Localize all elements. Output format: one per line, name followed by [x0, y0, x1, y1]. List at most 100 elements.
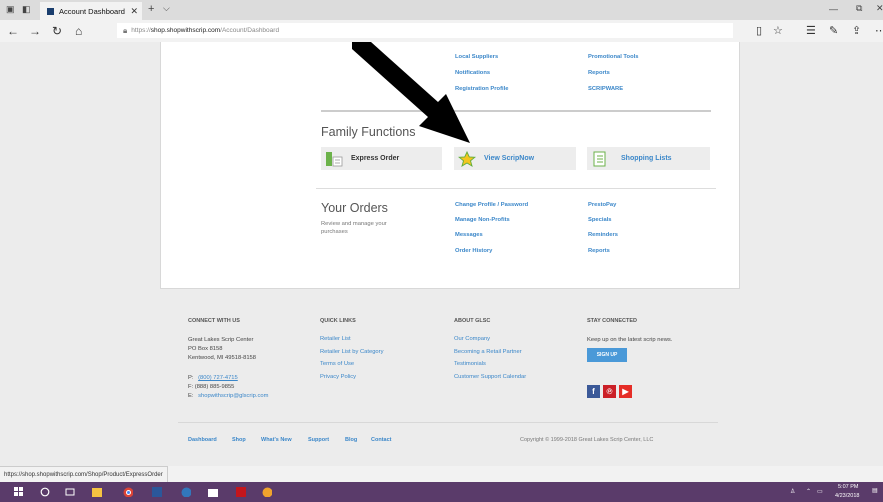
footer-link-retailer-list[interactable]: Retailer List: [320, 336, 351, 342]
tab-actions-icon[interactable]: ▣: [6, 4, 15, 15]
facebook-icon[interactable]: f: [587, 385, 600, 398]
email-link[interactable]: shopwithscrip@glscrip.com: [198, 393, 268, 399]
more-icon[interactable]: ⋯: [875, 24, 883, 37]
footer-nav-whats-new[interactable]: What's New: [261, 437, 292, 443]
url-path: /Account/Dashboard: [220, 27, 280, 34]
chrome-icon[interactable]: [123, 487, 133, 497]
shopping-lists-label: Shopping Lists: [621, 155, 672, 162]
close-window-icon[interactable]: ✕: [876, 3, 883, 14]
footer-nav-blog[interactable]: Blog: [345, 437, 357, 443]
new-tab-icon[interactable]: +: [148, 3, 154, 15]
cortana-search-icon[interactable]: [40, 487, 50, 497]
footer-address-line1: PO Box 8158: [188, 346, 223, 352]
task-view-icon[interactable]: [65, 487, 75, 497]
link-messages[interactable]: Messages: [455, 232, 483, 238]
word-icon[interactable]: [152, 487, 162, 497]
section-divider: [316, 188, 716, 189]
footer-link-privacy[interactable]: Privacy Policy: [320, 374, 356, 380]
link-reports-top[interactable]: Reports: [588, 70, 610, 76]
view-scripnow-label: View ScripNow: [484, 155, 535, 162]
action-center-icon[interactable]: ▤: [872, 487, 878, 494]
shopping-list-icon: [593, 151, 606, 166]
footer-stay-connected-heading: STAY CONNECTED: [587, 318, 638, 324]
footer-link-retailer-by-category[interactable]: Retailer List by Category: [320, 349, 383, 355]
maximize-icon[interactable]: ⧉: [856, 3, 862, 14]
reading-view-icon[interactable]: ▯: [756, 24, 762, 37]
express-order-label: Express Order: [351, 155, 400, 162]
acrobat-icon[interactable]: [236, 487, 246, 497]
url-host: shop.shopwithscrip.com: [150, 27, 221, 34]
footer-divider: [178, 422, 718, 423]
store-icon[interactable]: [208, 487, 218, 497]
footer-link-support-calendar[interactable]: Customer Support Calendar: [454, 374, 526, 380]
footer-nav-support[interactable]: Support: [308, 437, 329, 443]
footer-org-name: Great Lakes Scrip Center: [188, 337, 254, 343]
link-order-history[interactable]: Order History: [455, 248, 492, 254]
tab-account-dashboard[interactable]: Account Dashboard ✕: [40, 2, 142, 20]
pinterest-icon[interactable]: ℗: [603, 385, 616, 398]
annotation-arrow-icon: [352, 42, 470, 143]
tray-chevron-icon[interactable]: ⌃: [806, 488, 811, 495]
back-icon[interactable]: ←: [7, 24, 19, 38]
tab-bar: ▣ ◧ Account Dashboard ✕ + ⌵ — ⧉ ✕: [0, 0, 883, 20]
footer-address-line2: Kentwood, MI 49518-8158: [188, 355, 257, 361]
link-prestopay[interactable]: PrestoPay: [588, 202, 616, 208]
footer-link-terms[interactable]: Terms of Use: [320, 361, 354, 367]
clock-date[interactable]: 4/23/2018: [835, 493, 859, 499]
forward-icon[interactable]: →: [29, 24, 41, 38]
status-bar-url: https://shop.shopwithscrip.com/Shop/Prod…: [0, 466, 168, 483]
people-icon[interactable]: ♙: [790, 488, 795, 495]
footer-nav-shop[interactable]: Shop: [232, 437, 246, 443]
address-toolbar: ← → ↻ ⌂ 🔒︎ https://shop.shopwithscrip.co…: [0, 20, 883, 43]
footer-quick-links-heading: QUICK LINKS: [320, 318, 356, 324]
footer-about-heading: ABOUT GLSC: [454, 318, 491, 324]
sign-up-button[interactable]: SIGN UP: [587, 348, 627, 362]
phone-link[interactable]: (800) 727-4715: [198, 375, 238, 381]
link-specials[interactable]: Specials: [588, 217, 612, 223]
footer-nav-contact[interactable]: Contact: [371, 437, 391, 443]
tab-preview-icon[interactable]: ◧: [22, 4, 31, 15]
refresh-icon[interactable]: ↻: [52, 24, 62, 38]
star-icon: [458, 150, 476, 167]
footer-link-our-company[interactable]: Our Company: [454, 336, 490, 342]
app-icon[interactable]: [262, 487, 272, 497]
clock-time[interactable]: 5:07 PM: [838, 484, 858, 490]
favorite-star-icon[interactable]: ☆: [773, 24, 783, 37]
your-orders-description: Review and manage your purchases: [321, 221, 387, 235]
footer-nav-dashboard[interactable]: Dashboard: [188, 437, 217, 443]
footer-fax: F: (888) 885-9855: [188, 384, 235, 390]
footer-connect-heading: CONNECT WITH US: [188, 318, 240, 324]
link-promotional-tools[interactable]: Promotional Tools: [588, 54, 638, 60]
windows-start-icon[interactable]: [14, 487, 24, 497]
link-reports-orders[interactable]: Reports: [588, 248, 610, 254]
footer-email-row: E: shopwithscrip@glscrip.com: [188, 392, 268, 401]
file-explorer-icon[interactable]: [92, 487, 102, 497]
footer-link-retail-partner[interactable]: Becoming a Retail Partner: [454, 349, 522, 355]
link-reminders[interactable]: Reminders: [588, 232, 618, 238]
footer-link-testimonials[interactable]: Testimonials: [454, 361, 486, 367]
link-manage-non-profits[interactable]: Manage Non-Profits: [455, 217, 510, 223]
url-prefix: https://: [131, 27, 151, 34]
page-content: Local Suppliers Notifications Registrati…: [0, 42, 883, 466]
express-order-icon: [326, 151, 343, 166]
your-orders-heading: Your Orders: [321, 201, 388, 215]
edge-icon[interactable]: [181, 487, 191, 497]
address-field[interactable]: 🔒︎ https://shop.shopwithscrip.com/Accoun…: [117, 23, 733, 38]
tab-list-chevron-icon[interactable]: ⌵: [163, 3, 170, 14]
shopping-lists-button[interactable]: Shopping Lists: [587, 147, 710, 170]
tab-title: Account Dashboard: [59, 6, 125, 16]
windows-taskbar: ♙ ⌃ ▭ 5:07 PM 4/23/2018 ▤: [0, 482, 883, 502]
phone-label: P:: [188, 375, 194, 381]
lock-icon: 🔒︎: [123, 25, 128, 35]
share-icon[interactable]: ⇪: [852, 24, 861, 37]
network-icon[interactable]: ▭: [817, 488, 823, 495]
minimize-icon[interactable]: —: [829, 4, 838, 14]
link-change-profile[interactable]: Change Profile / Password: [455, 202, 528, 208]
close-tab-icon[interactable]: ✕: [130, 6, 138, 17]
favorites-hub-icon[interactable]: ☰: [806, 24, 816, 37]
email-label: E:: [188, 393, 194, 399]
youtube-icon[interactable]: ▶: [619, 385, 632, 398]
home-icon[interactable]: ⌂: [75, 24, 82, 38]
notes-pen-icon[interactable]: ✎: [829, 24, 838, 37]
link-scripware[interactable]: SCRIPWARE: [588, 86, 623, 92]
